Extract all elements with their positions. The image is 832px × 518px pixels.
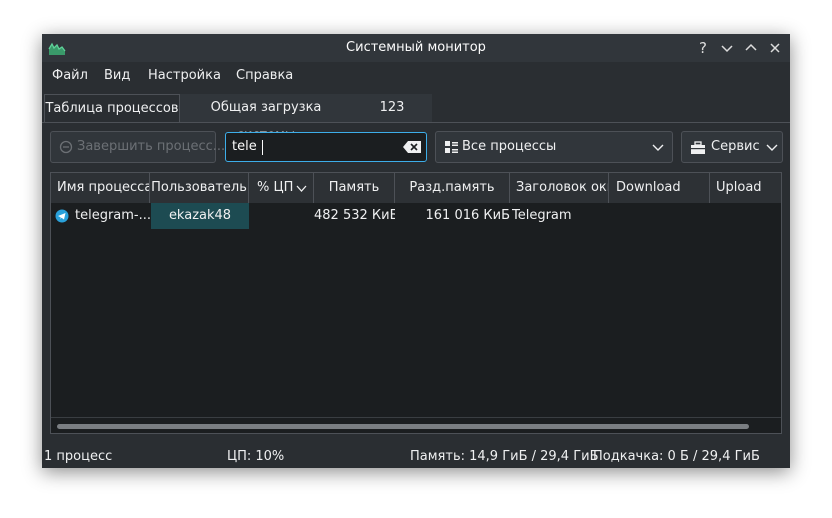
- help-icon: ?: [699, 39, 707, 57]
- cell-download: [609, 203, 710, 229]
- status-process-count: 1 процесс: [44, 449, 113, 464]
- table-row[interactable]: telegram-... ekazak48 482 532 КиБ 161 01…: [51, 203, 781, 229]
- table-header: Имя процесса Пользователь % ЦП Память Ра…: [51, 173, 781, 203]
- toolbox-icon: [691, 141, 705, 154]
- process-filter-select[interactable]: Все процессы: [435, 131, 673, 163]
- close-button[interactable]: [766, 39, 784, 57]
- cell-process-name: telegram-...: [75, 208, 150, 223]
- minimize-button[interactable]: [718, 39, 736, 57]
- process-filter-label: Все процессы: [462, 139, 557, 154]
- close-icon: [770, 43, 780, 53]
- search-input-value: tele: [232, 139, 257, 154]
- chevron-down-icon: [652, 144, 664, 151]
- cell-upload: [710, 203, 781, 229]
- list-icon: [445, 141, 458, 153]
- column-header-shared-memory[interactable]: Разд.память: [395, 173, 510, 203]
- chevron-down-icon: [766, 144, 778, 151]
- end-process-button[interactable]: Завершить процесс...: [50, 131, 225, 163]
- status-cpu: ЦП: 10%: [227, 449, 285, 464]
- column-header-download[interactable]: Download: [609, 173, 710, 203]
- menu-view[interactable]: Вид: [104, 64, 130, 88]
- column-header-process-name[interactable]: Имя процесса: [51, 173, 150, 203]
- status-memory: Память: 14,9 ГиБ / 29,4 ГиБ: [410, 449, 599, 464]
- column-header-window-title[interactable]: Заголовок окна: [510, 173, 609, 203]
- search-input[interactable]: tele: [225, 132, 427, 162]
- maximize-button[interactable]: [742, 39, 760, 57]
- menu-bar: Файл Вид Настройка Справка: [42, 64, 790, 88]
- column-header-user[interactable]: Пользователь: [150, 173, 249, 203]
- column-header-cpu-label: % ЦП: [257, 180, 294, 195]
- end-process-label: Завершить процесс...: [77, 139, 226, 154]
- menu-settings[interactable]: Настройка: [148, 64, 221, 88]
- menu-help[interactable]: Справка: [236, 64, 293, 88]
- cell-shared-memory: 161 016 КиБ: [425, 208, 511, 223]
- chevron-up-icon: [745, 43, 757, 51]
- process-table: Имя процесса Пользователь % ЦП Память Ра…: [50, 172, 782, 434]
- cell-window-title: Telegram: [512, 208, 572, 223]
- sort-descending-icon: [296, 185, 307, 192]
- tab-123[interactable]: 123: [352, 94, 432, 122]
- menu-file[interactable]: Файл: [52, 64, 88, 88]
- scrollbar-thumb[interactable]: [57, 424, 749, 429]
- cell-cpu: [249, 203, 314, 229]
- column-header-memory[interactable]: Память: [314, 173, 395, 203]
- tab-bar: Таблица процессов Общая загрузка системы…: [42, 94, 790, 143]
- telegram-icon: [55, 209, 69, 223]
- help-button[interactable]: ?: [694, 39, 712, 57]
- title-bar[interactable]: Системный монитор ?: [42, 34, 790, 62]
- window-title: Системный монитор: [346, 40, 486, 55]
- status-swap: Подкачка: 0 Б / 29,4 ГиБ: [593, 449, 760, 464]
- status-bar: 1 процесс ЦП: 10% Память: 14,9 ГиБ / 29,…: [42, 446, 790, 468]
- system-monitor-window: Системный монитор ? Файл Вид Настройка С…: [42, 34, 790, 468]
- tab-system-load[interactable]: Общая загрузка системы: [180, 94, 352, 143]
- tools-label: Сервис: [711, 139, 760, 154]
- column-header-cpu[interactable]: % ЦП: [249, 173, 314, 203]
- stop-icon: [59, 140, 73, 154]
- tab-process-table[interactable]: Таблица процессов: [44, 94, 180, 122]
- horizontal-scrollbar[interactable]: [51, 417, 781, 434]
- clear-text-icon[interactable]: [402, 139, 422, 155]
- cell-memory: 482 532 КиБ: [314, 208, 395, 223]
- cell-user: ekazak48: [151, 203, 249, 229]
- column-header-upload[interactable]: Upload: [710, 173, 781, 203]
- text-caret: [262, 140, 263, 155]
- tools-button[interactable]: Сервис: [681, 131, 783, 163]
- chevron-down-icon: [721, 45, 733, 53]
